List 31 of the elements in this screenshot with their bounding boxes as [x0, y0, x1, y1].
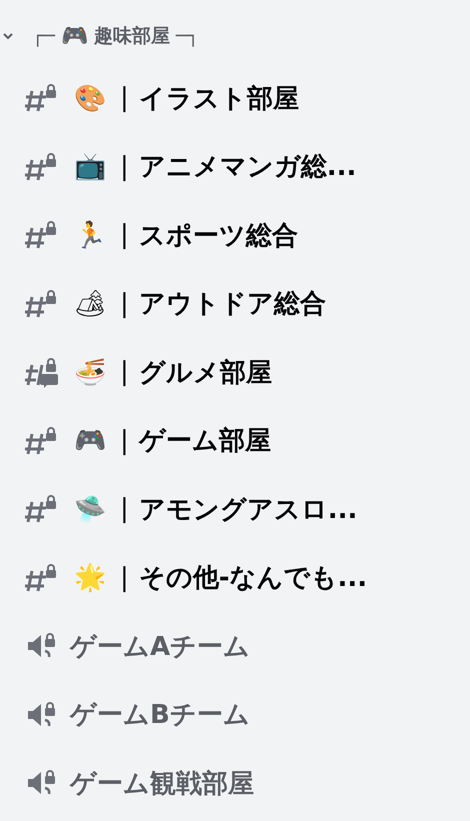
channel-name[interactable]: ゲームBチーム	[70, 697, 250, 732]
separator: |	[120, 562, 129, 593]
channel-emoji: 🎨	[73, 82, 107, 114]
separator: |	[120, 288, 129, 319]
category-name[interactable]: 趣味部屋	[94, 23, 170, 49]
separator: |	[120, 83, 129, 114]
category-emoji: 🎮	[60, 23, 88, 49]
channel-emoji: 🍜	[73, 356, 107, 388]
channel-name[interactable]: グルメ部屋	[138, 354, 272, 390]
channel-emoji: 🛸	[73, 494, 107, 525]
channel-emoji: 🌟	[73, 562, 107, 594]
category-bracket: ─┐	[176, 25, 199, 47]
channel-name[interactable]: ゲーム観戦部屋	[70, 766, 254, 801]
channel-emoji: 🎮	[73, 425, 107, 456]
separator: |	[120, 426, 129, 456]
separator: |	[120, 152, 129, 182]
separator: |	[120, 357, 129, 388]
channel-name[interactable]: アモングアスロ...	[138, 492, 358, 527]
channel-name[interactable]: その他-なんでも...	[138, 560, 368, 596]
channel-name[interactable]: スポーツ総合	[138, 218, 298, 253]
channel-emoji: 📺	[73, 151, 107, 182]
channel-name[interactable]: ゲームAチーム	[70, 628, 250, 664]
separator: |	[120, 220, 129, 250]
channel-name[interactable]: イラスト部屋	[138, 80, 299, 116]
category-bracket: ┌─	[32, 25, 55, 47]
channel-name[interactable]: ゲーム部屋	[138, 423, 271, 458]
channel-name[interactable]: アニメマンガ総...	[138, 149, 356, 184]
separator: |	[120, 494, 129, 524]
channel-name[interactable]: アウトドア総合	[138, 286, 326, 322]
channel-emoji: 🏃	[73, 220, 107, 251]
channel-emoji: 🏕	[72, 288, 108, 320]
